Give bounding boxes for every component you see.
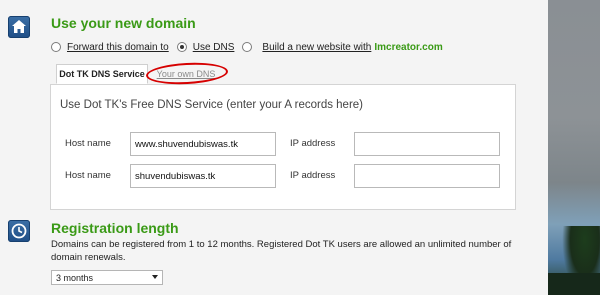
home-icon	[8, 16, 30, 38]
use-dns-label[interactable]: Use DNS	[193, 42, 235, 53]
page-content: Use your new domain Forward this domain …	[0, 0, 548, 295]
build-website-radio[interactable]	[242, 42, 253, 52]
host-name-input-2[interactable]: shuvendubiswas.tk	[130, 164, 276, 188]
ip-address-label-2: IP address	[290, 170, 336, 181]
forward-radio[interactable]	[51, 42, 61, 52]
chevron-down-icon	[152, 275, 158, 279]
ip-address-input-1[interactable]	[354, 132, 500, 156]
host-name-label-1: Host name	[65, 138, 111, 149]
use-domain-heading: Use your new domain	[51, 15, 196, 31]
registration-description: Domains can be registered from 1 to 12 m…	[51, 239, 512, 263]
background-photo-edge	[548, 0, 600, 295]
domain-options: Forward this domain to Use DNS Build a n…	[51, 40, 443, 54]
dns-panel: Use Dot TK's Free DNS Service (enter you…	[50, 84, 516, 210]
registration-length-heading: Registration length	[51, 220, 179, 236]
forward-label[interactable]: Forward this domain to	[67, 42, 169, 53]
shoreline-silhouette	[548, 273, 600, 295]
clock-icon	[8, 220, 30, 242]
host-name-label-2: Host name	[65, 170, 111, 181]
registration-length-select[interactable]: 3 months	[51, 270, 163, 285]
use-dns-radio[interactable]	[176, 42, 187, 52]
build-website-label[interactable]: Build a new website with	[262, 42, 371, 53]
ip-address-label-1: IP address	[290, 138, 336, 149]
dns-panel-title: Use Dot TK's Free DNS Service (enter you…	[60, 99, 364, 111]
ip-address-input-2[interactable]	[354, 164, 500, 188]
host-name-input-1[interactable]: www.shuvendubiswas.tk	[130, 132, 276, 156]
tab-dot-tk-dns[interactable]: Dot TK DNS Service	[56, 64, 148, 84]
registration-length-value: 3 months	[56, 272, 94, 283]
imcreator-link[interactable]: Imcreator.com	[374, 42, 442, 53]
